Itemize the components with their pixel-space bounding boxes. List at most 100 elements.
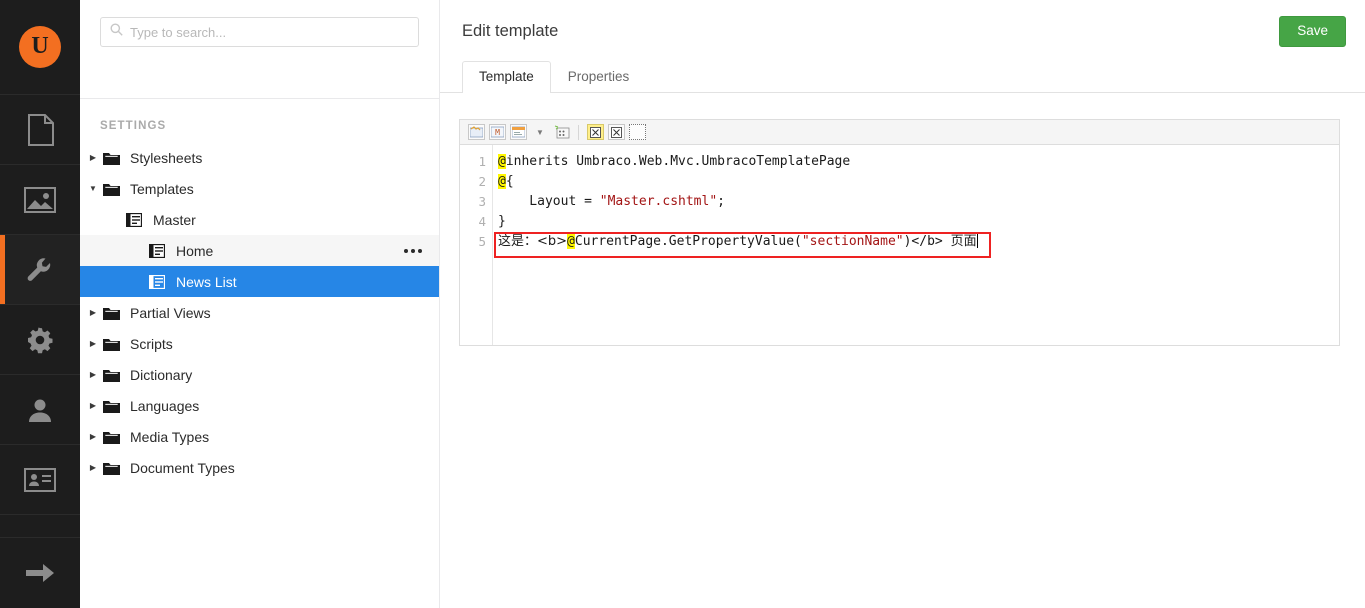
chevron-right-icon[interactable]: ▶ (86, 370, 100, 379)
code-lines[interactable]: @inherits Umbraco.Web.Mvc.UmbracoTemplat… (493, 145, 1339, 345)
code-line-1[interactable]: @inherits Umbraco.Web.Mvc.UmbracoTemplat… (498, 152, 1339, 172)
tree-item-partial-views[interactable]: ▶ Partial Views (80, 297, 439, 328)
code-line-2[interactable]: @{ (498, 172, 1339, 192)
code-text: ; (717, 194, 725, 209)
tree-item-label: Languages (130, 397, 200, 414)
tree-item-stylesheets[interactable]: ▶ Stylesheets (80, 142, 439, 173)
editor-toolbar: M ▼ (460, 120, 1339, 145)
rail-item-developer[interactable] (0, 305, 80, 375)
code-line-4[interactable]: } (498, 212, 1339, 232)
tree-item-label: Home (176, 242, 214, 259)
gear-icon (25, 325, 55, 355)
member-card-icon (24, 467, 56, 492)
code-area[interactable]: 12345 @inherits Umbraco.Web.Mvc.UmbracoT… (460, 145, 1339, 345)
code-text: { (505, 174, 514, 189)
chevron-down-icon[interactable]: ▼ (86, 184, 100, 193)
arrow-right-icon (24, 561, 56, 585)
chevron-right-icon[interactable]: ▶ (86, 432, 100, 441)
text-cursor (976, 233, 978, 248)
code-text: )</b> (903, 234, 951, 249)
chevron-right-icon[interactable]: ▶ (86, 308, 100, 317)
toolbar-separator (578, 124, 579, 140)
code-text: inherits Umbraco.Web.Mvc.UmbracoTemplate… (505, 154, 851, 169)
tree-item-label: Dictionary (130, 366, 193, 383)
tree-item-dictionary[interactable]: ▶ Dictionary (80, 359, 439, 390)
umbraco-backoffice: U Type to search... SETTINGS ▶ Styleshee… (0, 0, 1365, 608)
section-rail: U (0, 0, 80, 608)
folder-icon (100, 306, 122, 320)
tab-properties[interactable]: Properties (551, 61, 647, 92)
rail-item-media[interactable] (0, 165, 80, 235)
insert-macro-icon[interactable]: M (489, 124, 506, 140)
rail-item-settings[interactable] (0, 235, 80, 305)
line-number: 5 (478, 234, 486, 249)
tree-item-label: Scripts (130, 335, 173, 352)
tab-template[interactable]: Template (462, 61, 551, 93)
insert-umbraco-field-icon[interactable] (468, 124, 485, 140)
query-builder-icon[interactable] (587, 124, 604, 140)
save-button[interactable]: Save (1279, 16, 1346, 47)
tree-list: ▶ Stylesheets ▼ Templates Master Home News … (80, 142, 439, 608)
insert-dictionary-item-icon[interactable] (553, 124, 570, 140)
main-header: Edit template Save (440, 0, 1365, 62)
tree-item-templates[interactable]: ▼ Templates (80, 173, 439, 204)
document-icon (26, 113, 54, 146)
folder-icon (100, 151, 122, 165)
razor-at-token: @ (498, 174, 506, 189)
main-content: Edit template Save Template Properties M … (440, 0, 1365, 608)
search-icon (110, 23, 123, 41)
rail-item-logout[interactable] (0, 538, 80, 608)
tree-item-languages[interactable]: ▶ Languages (80, 390, 439, 421)
template-icon (123, 212, 145, 227)
code-text: } (498, 214, 506, 229)
toggle-mask-icon[interactable] (629, 124, 646, 140)
insert-partial-view-icon[interactable] (510, 124, 527, 140)
line-number: 4 (478, 214, 486, 229)
tree-item-document-types[interactable]: ▶ Document Types (80, 452, 439, 483)
code-line-3[interactable]: Layout = "Master.cshtml"; (498, 192, 1339, 212)
code-line-5[interactable]: 这是：<b>@CurrentPage.GetPropertyValue("sec… (498, 232, 1339, 252)
tree-panel: SETTINGS ▶ Stylesheets ▼ Templates Master H… (80, 0, 440, 608)
rail-item-users[interactable] (0, 375, 80, 445)
tree-item-master[interactable]: Master (80, 204, 439, 235)
chevron-right-icon[interactable]: ▶ (86, 401, 100, 410)
search-box[interactable] (100, 17, 419, 47)
umbraco-logo-circle: U (19, 26, 61, 68)
rail-item-members[interactable] (0, 445, 80, 515)
tree-item-label: Partial Views (130, 304, 211, 321)
tree-search-area (80, 0, 439, 99)
tree-item-scripts[interactable]: ▶ Scripts (80, 328, 439, 359)
string-literal: "sectionName" (801, 234, 904, 249)
tree-item-label: Master (153, 211, 196, 228)
page-title: Edit template (462, 21, 559, 40)
razor-at-token: @ (498, 154, 506, 169)
chevron-right-icon[interactable]: ▶ (86, 153, 100, 162)
options-ellipsis-icon[interactable] (404, 235, 422, 266)
wrench-icon (25, 255, 55, 285)
tree-item-media-types[interactable]: ▶ Media Types (80, 421, 439, 452)
chevron-right-icon[interactable]: ▶ (86, 463, 100, 472)
tree-section-title: SETTINGS (100, 120, 167, 132)
svg-text:M: M (495, 128, 500, 137)
tree-item-label: Media Types (130, 428, 210, 445)
template-icon (146, 243, 168, 258)
line-number-gutter: 1 2 3 4 5 (460, 145, 493, 345)
line-number: 3 (478, 194, 486, 209)
dropdown-caret-icon[interactable]: ▼ (534, 128, 546, 137)
tab-bar: Template Properties (440, 61, 1365, 93)
tree-item-home[interactable]: Home (80, 235, 439, 266)
insert-snippet-icon[interactable] (608, 124, 625, 140)
search-input[interactable] (130, 24, 409, 40)
tree-item-label: Document Types (130, 459, 235, 476)
rail-item-content[interactable] (0, 95, 80, 165)
umbraco-logo[interactable]: U (0, 0, 80, 95)
line-number: 2 (478, 174, 486, 189)
tree-item-label: News List (176, 273, 237, 290)
chevron-right-icon[interactable]: ▶ (86, 339, 100, 348)
user-icon (26, 396, 54, 424)
tree-item-news-list[interactable]: News List (80, 266, 439, 297)
code-text: 这是：<b> (498, 234, 568, 249)
tree-item-label: Templates (130, 180, 194, 197)
